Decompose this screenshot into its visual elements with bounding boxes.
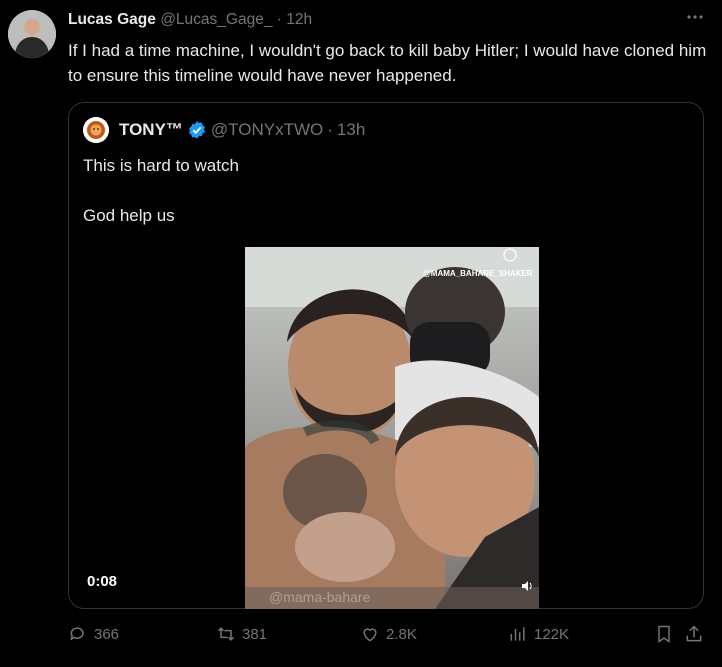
share-icon bbox=[686, 625, 702, 642]
video-player[interactable]: @MAMA_BAHARE_SHAKER @mama-bahare bbox=[245, 247, 539, 609]
bookmark-button[interactable] bbox=[654, 624, 674, 644]
quote-header: TONY™ @TONYxTWO · 13h bbox=[119, 120, 365, 140]
quote-time[interactable]: 13h bbox=[337, 120, 365, 140]
separator-dot: · bbox=[276, 11, 282, 28]
like-button[interactable]: 2.8K bbox=[360, 624, 417, 644]
video-frame bbox=[245, 247, 539, 609]
tweet-text: If I had a time machine, I wouldn't go b… bbox=[68, 41, 707, 85]
tweet-header: Lucas Gage @Lucas_Gage_ · 12h bbox=[68, 11, 312, 29]
tweet-time[interactable]: 12h bbox=[286, 11, 312, 28]
view-count: 122K bbox=[534, 625, 570, 643]
views-button[interactable]: 122K bbox=[508, 624, 569, 644]
author-avatar[interactable] bbox=[8, 10, 56, 58]
reply-icon bbox=[70, 627, 84, 641]
quote-handle[interactable]: @TONYxTWO bbox=[211, 120, 323, 140]
video-watermark-top: @MAMA_BAHARE_SHAKER bbox=[423, 269, 533, 278]
quote-author-name[interactable]: TONY™ bbox=[119, 120, 183, 140]
video-duration: 0:08 bbox=[87, 573, 118, 590]
reply-button[interactable]: 366 bbox=[68, 624, 119, 644]
bookmark-icon bbox=[658, 625, 670, 643]
action-bar: 366 381 2.8K 122K bbox=[68, 624, 708, 654]
quote-separator: · bbox=[327, 120, 333, 139]
views-icon bbox=[510, 627, 525, 641]
verified-badge-icon bbox=[189, 121, 205, 139]
video-watermark-bottom: @mama-bahare bbox=[269, 589, 371, 605]
mute-icon[interactable] bbox=[521, 579, 533, 597]
share-button[interactable] bbox=[684, 624, 704, 644]
author-handle[interactable]: @Lucas_Gage_ bbox=[160, 11, 272, 28]
quote-avatar[interactable] bbox=[83, 117, 109, 143]
reply-count: 366 bbox=[94, 625, 120, 643]
more-icon[interactable] bbox=[686, 8, 704, 31]
repost-button[interactable]: 381 bbox=[216, 624, 267, 644]
author-name[interactable]: Lucas Gage bbox=[68, 11, 156, 28]
heart-icon bbox=[363, 628, 377, 642]
like-count: 2.8K bbox=[386, 625, 417, 643]
repost-icon bbox=[217, 627, 235, 641]
quote-text: This is hard to watch God help us bbox=[83, 156, 239, 225]
repost-count: 381 bbox=[242, 625, 268, 643]
quoted-tweet[interactable]: TONY™ @TONYxTWO · 13h This is hard to wa… bbox=[68, 102, 704, 609]
